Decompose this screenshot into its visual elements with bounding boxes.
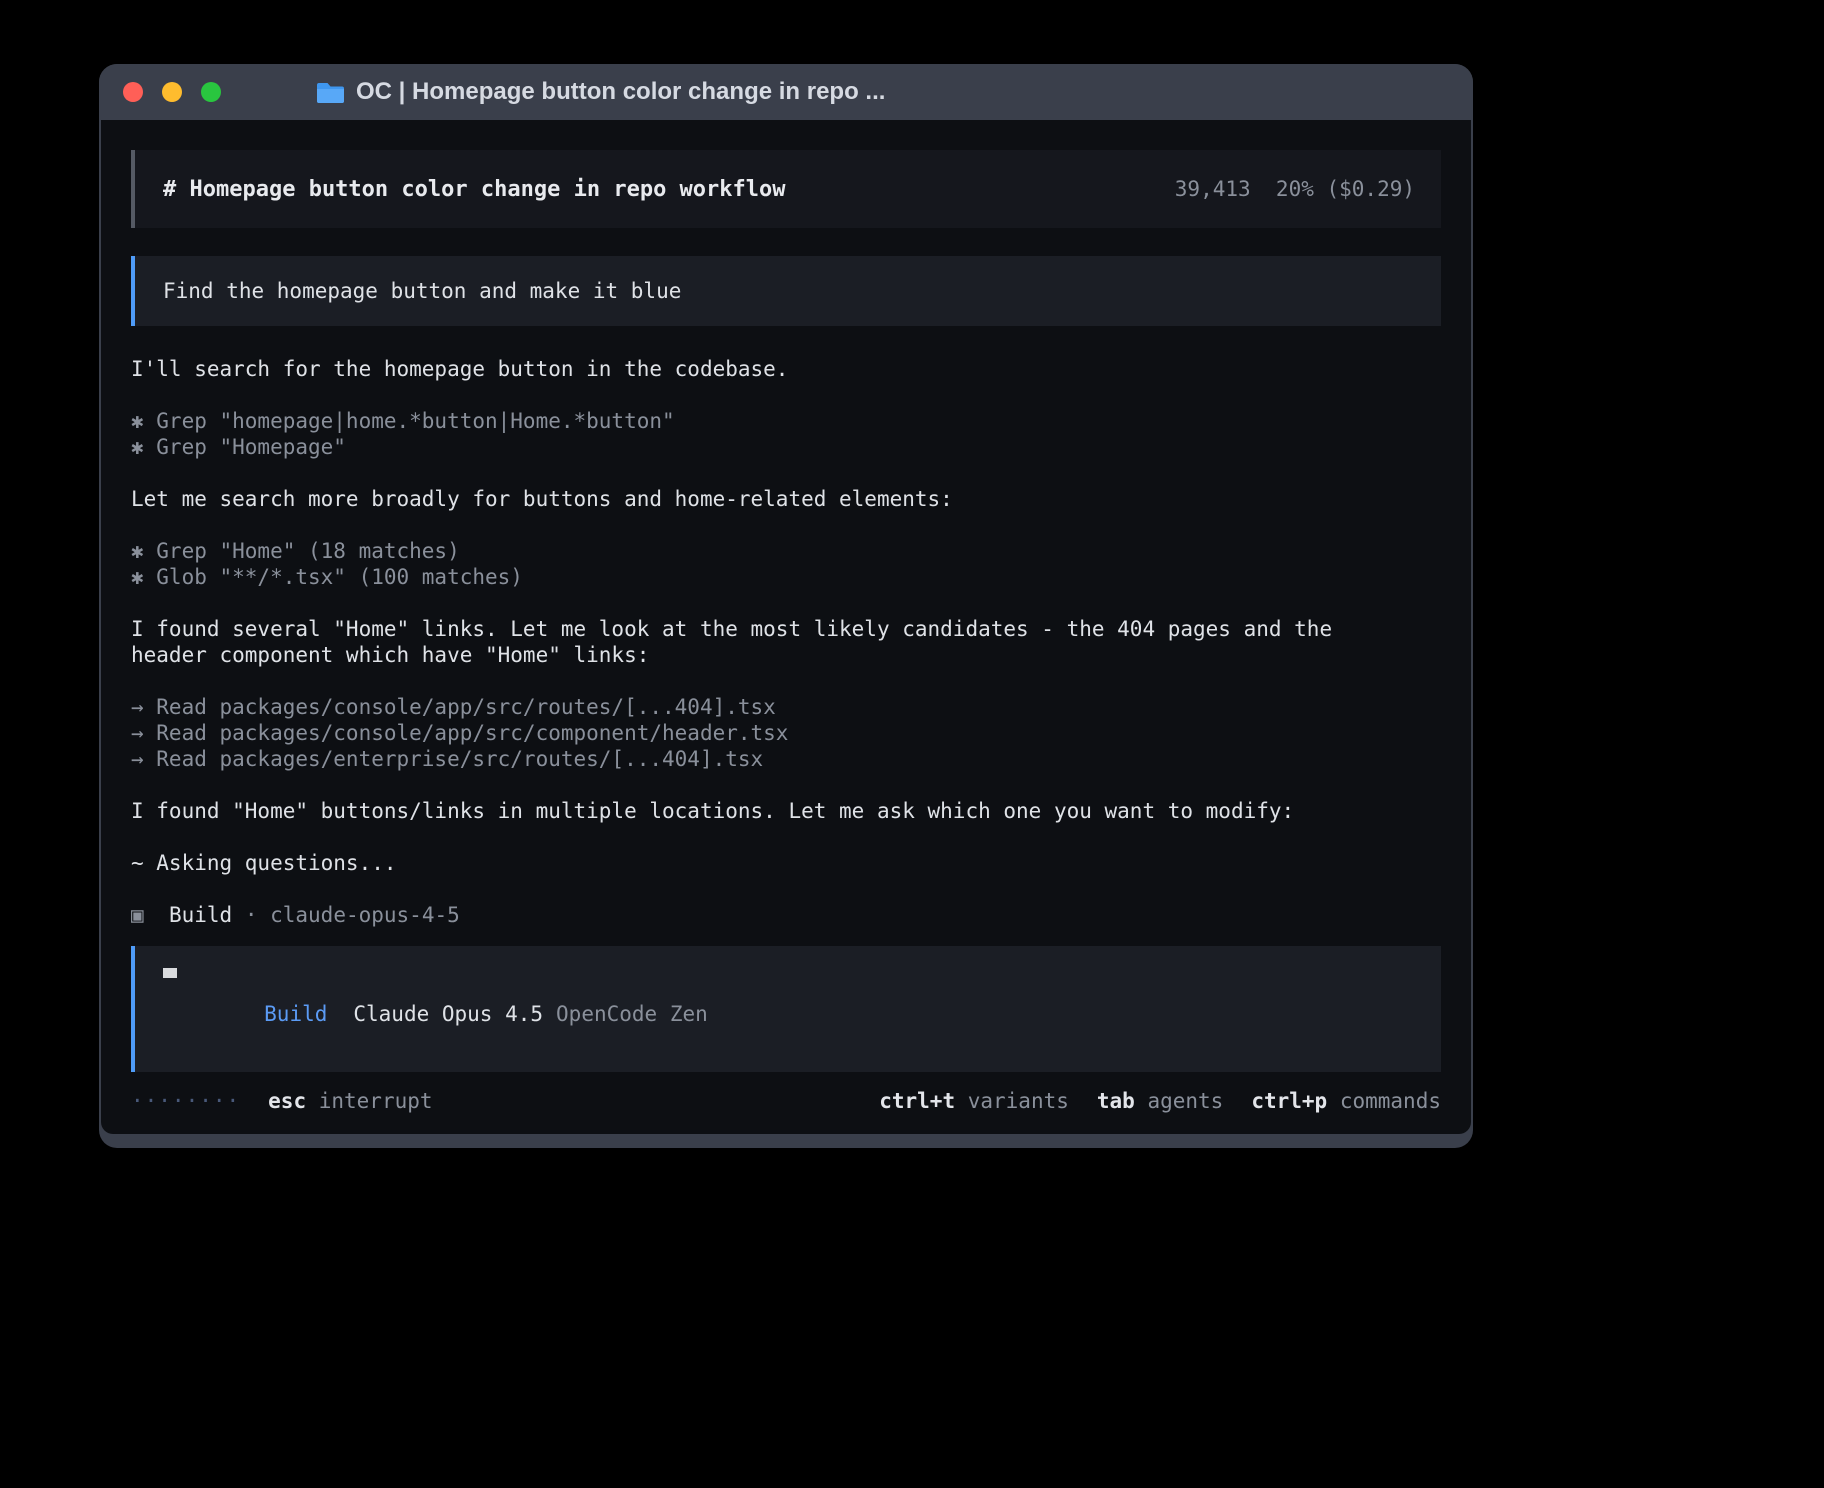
window-titlebar[interactable]: OC | Homepage button color change in rep…	[99, 64, 1473, 120]
terminal-text-segment: → Read packages/console/app/src/routes/[…	[131, 695, 776, 719]
terminal-line: ✱ Grep "homepage|home.*button|Home.*butt…	[131, 408, 1441, 434]
interrupt-label: interrupt	[306, 1089, 432, 1113]
terminal-line: ▣ Build · claude-opus-4-5	[131, 902, 1441, 928]
shortcut-key: tab	[1097, 1089, 1135, 1113]
shortcut-label: agents	[1135, 1089, 1224, 1113]
shortcut-label: commands	[1327, 1089, 1441, 1113]
terminal-window: OC | Homepage button color change in rep…	[99, 64, 1473, 1148]
traffic-lights	[123, 82, 221, 102]
shortcut-commands: ctrl+p commands	[1251, 1089, 1441, 1113]
terminal-line	[131, 512, 1441, 538]
assistant-output: I'll search for the homepage button in t…	[131, 356, 1441, 928]
minimize-button[interactable]	[162, 82, 182, 102]
terminal-line	[131, 382, 1441, 408]
terminal-line: ✱ Grep "Homepage"	[131, 434, 1441, 460]
terminal-line	[131, 876, 1441, 902]
user-message-block: Find the homepage button and make it blu…	[131, 256, 1441, 326]
status-left: ········ esc interrupt	[131, 1089, 433, 1113]
terminal-line: Let me search more broadly for buttons a…	[131, 486, 1441, 512]
esc-key-hint: esc	[268, 1089, 306, 1113]
terminal-line: header component which have "Home" links…	[131, 642, 1441, 668]
terminal-line: I'll search for the homepage button in t…	[131, 356, 1441, 382]
terminal-line: → Read packages/console/app/src/componen…	[131, 720, 1441, 746]
terminal-text-segment: ✱ Grep "Homepage"	[131, 435, 346, 459]
terminal-line: ✱ Glob "**/*.tsx" (100 matches)	[131, 564, 1441, 590]
shortcut-key: ctrl+t	[879, 1089, 955, 1113]
session-header: # Homepage button color change in repo w…	[131, 150, 1441, 228]
terminal-line	[131, 772, 1441, 798]
terminal-text-segment: I'll search for the homepage button in t…	[131, 357, 788, 381]
session-stats: 39,413 20% ($0.29)	[1175, 177, 1415, 201]
terminal-line: ✱ Grep "Home" (18 matches)	[131, 538, 1441, 564]
mode-label[interactable]: Build	[264, 1002, 327, 1026]
terminal-line: I found several "Home" links. Let me loo…	[131, 616, 1441, 642]
terminal-line: → Read packages/console/app/src/routes/[…	[131, 694, 1441, 720]
terminal-text-segment: I found several "Home" links. Let me loo…	[131, 617, 1332, 641]
terminal-text-segment: header component which have "Home" links…	[131, 643, 649, 667]
terminal-text-segment: ✱ Grep "Home" (18 matches)	[131, 539, 460, 563]
status-shortcuts: ctrl+t variants tab agents ctrl+p commands	[879, 1089, 1441, 1113]
interrupt-hint: esc interrupt	[268, 1089, 432, 1113]
input-mode-line: Build Claude Opus 4.5 OpenCode Zen	[163, 978, 1413, 1050]
shortcut-variants: ctrl+t variants	[879, 1089, 1069, 1113]
folder-icon	[317, 81, 344, 103]
terminal-text-segment: Build	[144, 903, 233, 927]
terminal-text-segment: · claude-opus-4-5	[232, 903, 460, 927]
text-cursor	[163, 968, 177, 978]
terminal-text-segment: ✱ Glob "**/*.tsx" (100 matches)	[131, 565, 523, 589]
window-title: OC | Homepage button color change in rep…	[356, 78, 885, 106]
terminal-line: I found "Home" buttons/links in multiple…	[131, 798, 1441, 824]
zoom-button[interactable]	[201, 82, 221, 102]
terminal-text-segment: → Read packages/enterprise/src/routes/[.…	[131, 747, 763, 771]
close-button[interactable]	[123, 82, 143, 102]
session-title: # Homepage button color change in repo w…	[163, 177, 786, 202]
provider-name: OpenCode Zen	[556, 1002, 708, 1026]
terminal-text-segment: I found "Home" buttons/links in multiple…	[131, 799, 1294, 823]
terminal-content: # Homepage button color change in repo w…	[101, 120, 1471, 1134]
desktop: { "window": { "title": "OC | Homepage bu…	[0, 0, 1824, 1488]
spinner-dots: ········	[131, 1089, 240, 1113]
user-message-text: Find the homepage button and make it blu…	[163, 279, 681, 303]
terminal-line: → Read packages/enterprise/src/routes/[.…	[131, 746, 1441, 772]
model-name: Claude Opus 4.5	[353, 1002, 543, 1026]
terminal-line: ~ Asking questions...	[131, 850, 1441, 876]
terminal-line	[131, 590, 1441, 616]
terminal-text-segment: → Read packages/console/app/src/componen…	[131, 721, 788, 745]
window-title-group: OC | Homepage button color change in rep…	[317, 78, 885, 106]
shortcut-label: variants	[955, 1089, 1069, 1113]
shortcut-agents: tab agents	[1097, 1089, 1223, 1113]
terminal-text-segment: ▣	[131, 903, 144, 927]
shortcut-key: ctrl+p	[1251, 1089, 1327, 1113]
terminal-text-segment: Let me search more broadly for buttons a…	[131, 487, 953, 511]
terminal-line	[131, 460, 1441, 486]
terminal-text-segment: ✱ Grep "homepage|home.*button|Home.*butt…	[131, 409, 675, 433]
terminal-line	[131, 824, 1441, 850]
prompt-input[interactable]: Build Claude Opus 4.5 OpenCode Zen	[131, 946, 1441, 1072]
status-bar: ········ esc interrupt ctrl+t variants ta…	[131, 1086, 1441, 1116]
terminal-text-segment: ~ Asking questions...	[131, 851, 397, 875]
terminal-line	[131, 668, 1441, 694]
